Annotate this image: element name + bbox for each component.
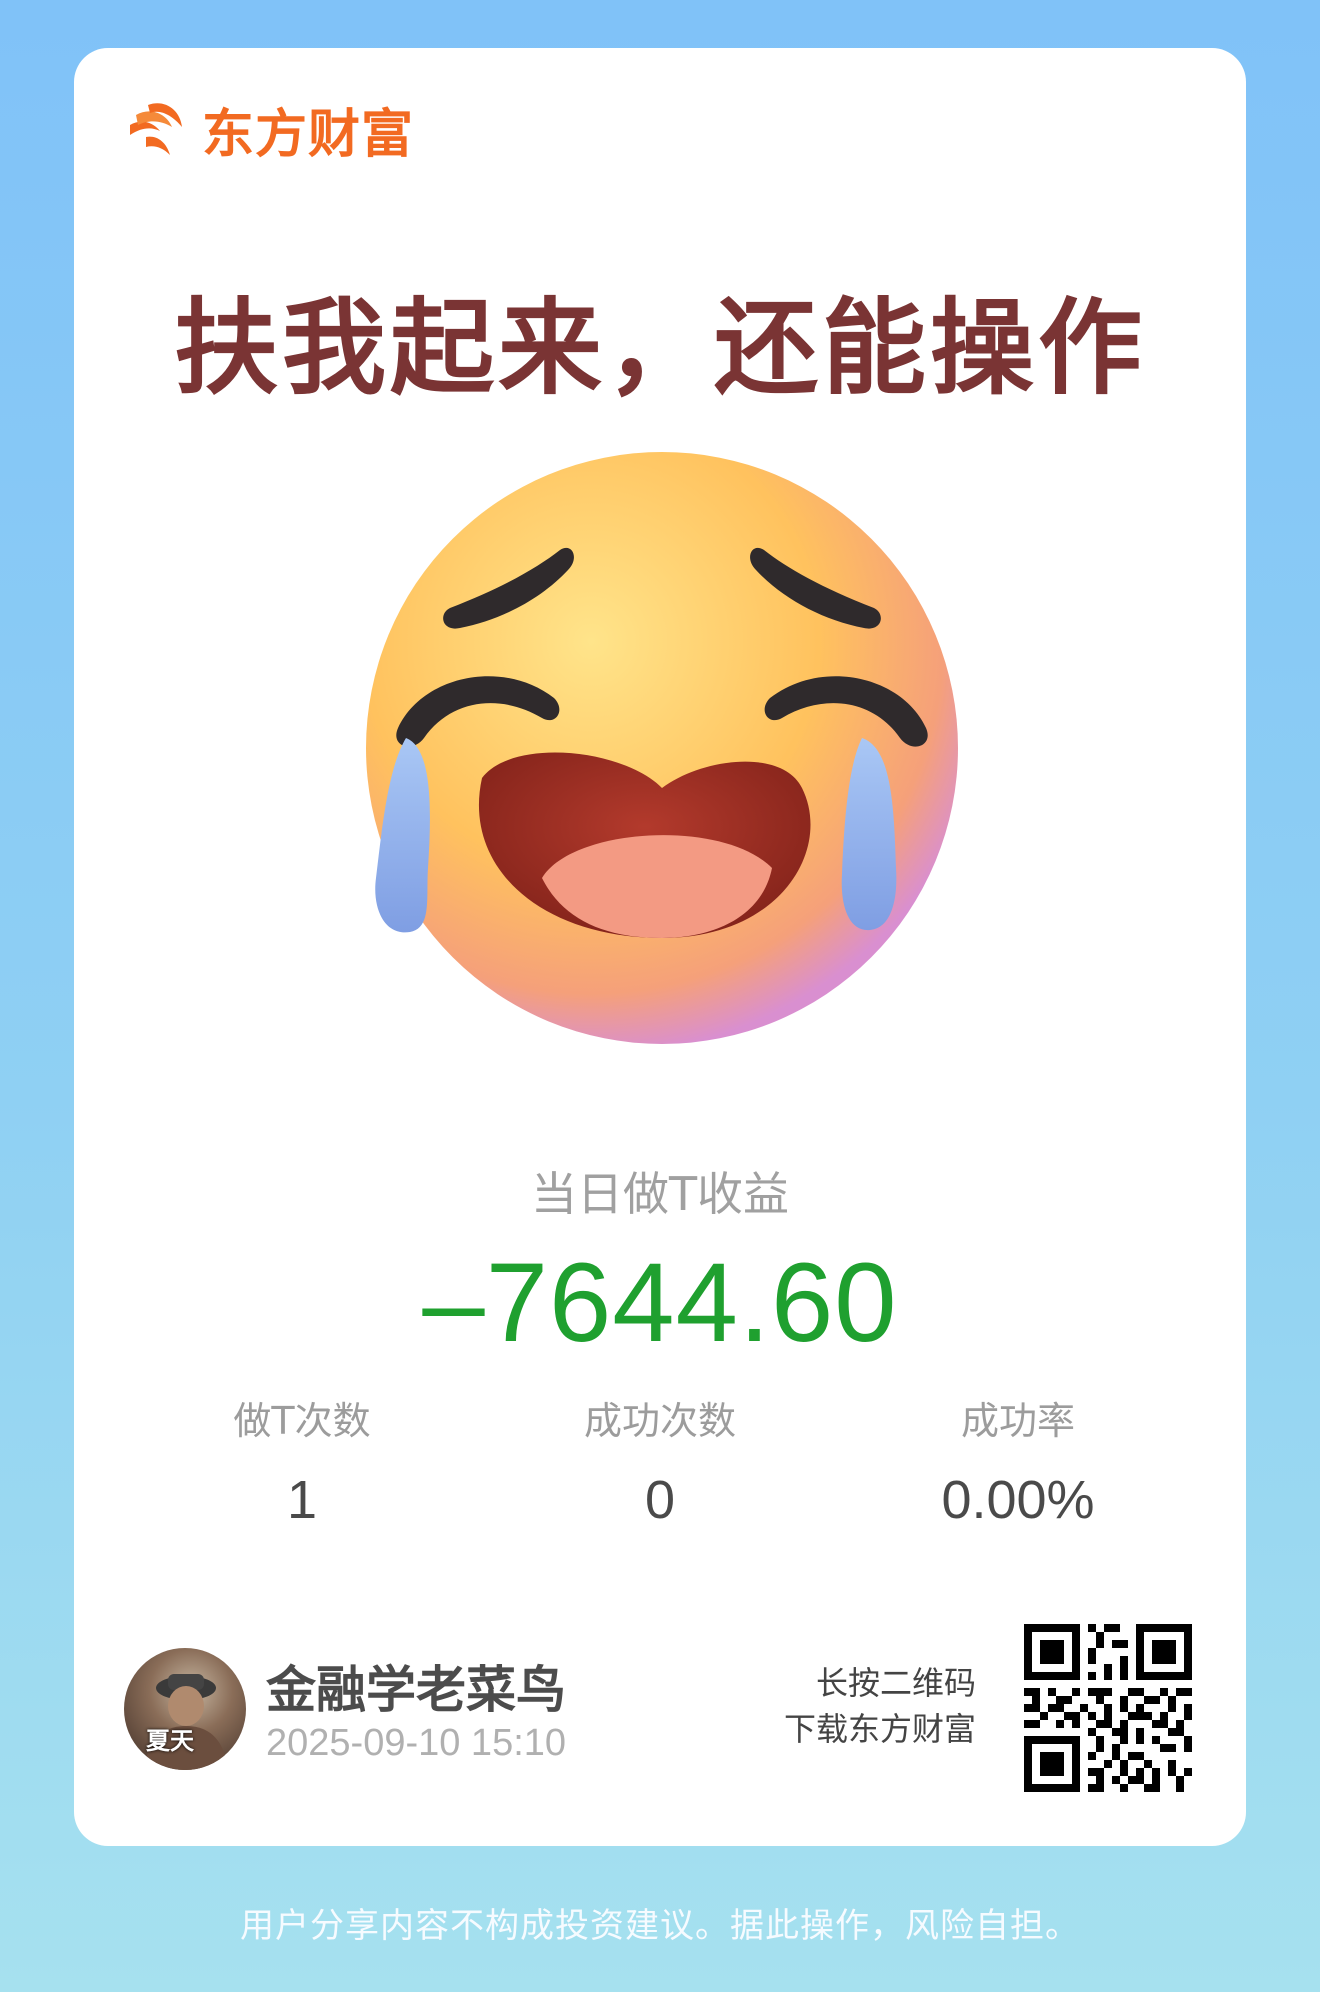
stat-label: 做T次数: [233, 1399, 371, 1443]
dfcf-flame-icon: [130, 102, 182, 155]
qr-tip: 长按二维码 下载东方财富: [784, 1660, 976, 1752]
qr-tip-line2: 下载东方财富: [783, 1710, 976, 1748]
stat-label: 成功次数: [583, 1399, 736, 1443]
avatar-text: 夏天: [146, 1727, 194, 1755]
profit-value: –7644.60: [422, 1240, 898, 1365]
stat-value: 0: [644, 1470, 676, 1530]
avatar: 夏天: [124, 1648, 246, 1770]
share-card: 东方财富 扶我起来，还能操作 当日做T收益 –7644.60 做T次数 1 成功…: [74, 48, 1246, 1846]
share-time: 2025-09-10 15:10: [266, 1722, 567, 1764]
brand-name: 东方财富: [202, 105, 415, 165]
disclaimer: 用户分享内容不构成投资建议。据此操作，风险自担。: [240, 1906, 1080, 1946]
stat-value: 1: [286, 1470, 318, 1530]
stat-label: 成功率: [960, 1399, 1075, 1443]
qr-tip-line1: 长按二维码: [815, 1664, 976, 1702]
profit-label: 当日做T收益: [530, 1167, 790, 1221]
user-name: 金融学老菜鸟: [266, 1661, 566, 1719]
brand-header: 东方财富: [122, 92, 414, 167]
stat-success-rate: 成功率 0.00%: [868, 1390, 1168, 1531]
headline: 扶我起来，还能操作: [173, 287, 1146, 409]
stat-value: 0.00%: [941, 1470, 1095, 1530]
stat-trade-count: 做T次数 1: [152, 1390, 452, 1531]
stat-success-count: 成功次数 0: [510, 1390, 810, 1531]
stats-row: 做T次数 1 成功次数 0 成功率 0.00%: [74, 1390, 1246, 1540]
qr-code[interactable]: [1024, 1624, 1192, 1792]
crying-face-icon: [366, 452, 958, 1044]
